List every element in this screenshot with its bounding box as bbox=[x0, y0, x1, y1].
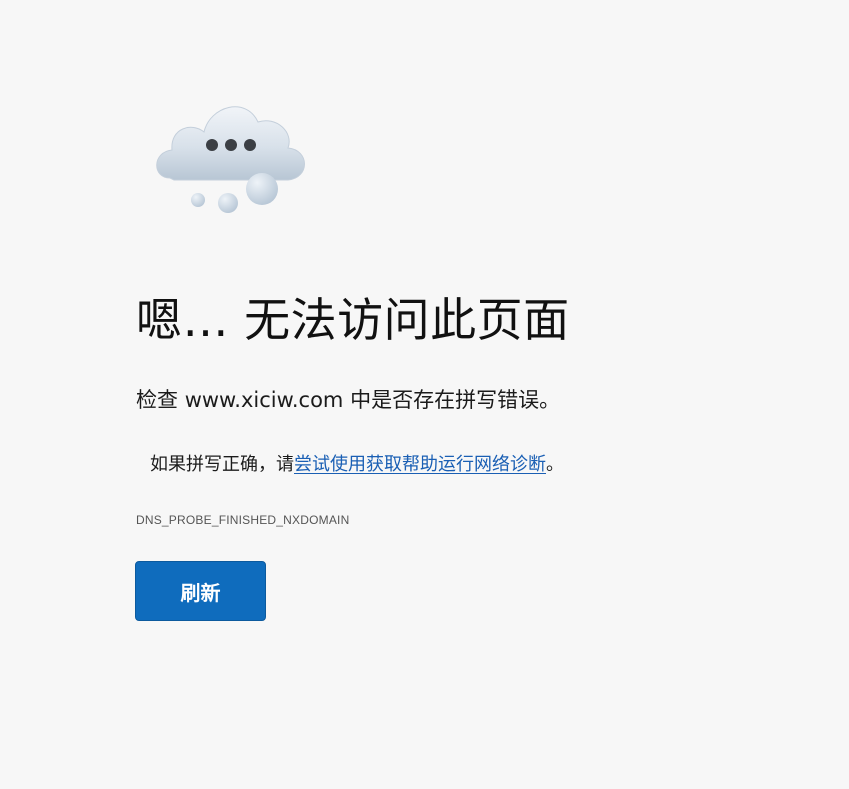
check-suffix: 中是否存在拼写错误。 bbox=[343, 388, 561, 412]
suggestion-suffix: 。 bbox=[546, 454, 564, 475]
network-diagnostics-link[interactable]: 尝试使用获取帮助运行网络诊断 bbox=[294, 454, 546, 475]
domain-name: www.xiciw.com bbox=[184, 388, 344, 412]
spelling-check-message: 检查 www.xiciw.com 中是否存在拼写错误。 bbox=[136, 386, 560, 415]
cloud-thinking-icon bbox=[148, 92, 316, 222]
refresh-button[interactable]: 刷新 bbox=[135, 561, 266, 621]
error-code: DNS_PROBE_FINISHED_NXDOMAIN bbox=[136, 513, 350, 527]
check-prefix: 检查 bbox=[136, 388, 185, 412]
suggestion-prefix: 如果拼写正确，请 bbox=[150, 454, 294, 475]
suggestion-message: 如果拼写正确，请尝试使用获取帮助运行网络诊断。 bbox=[150, 452, 564, 477]
page-title: 嗯… 无法访问此页面 bbox=[136, 293, 570, 347]
